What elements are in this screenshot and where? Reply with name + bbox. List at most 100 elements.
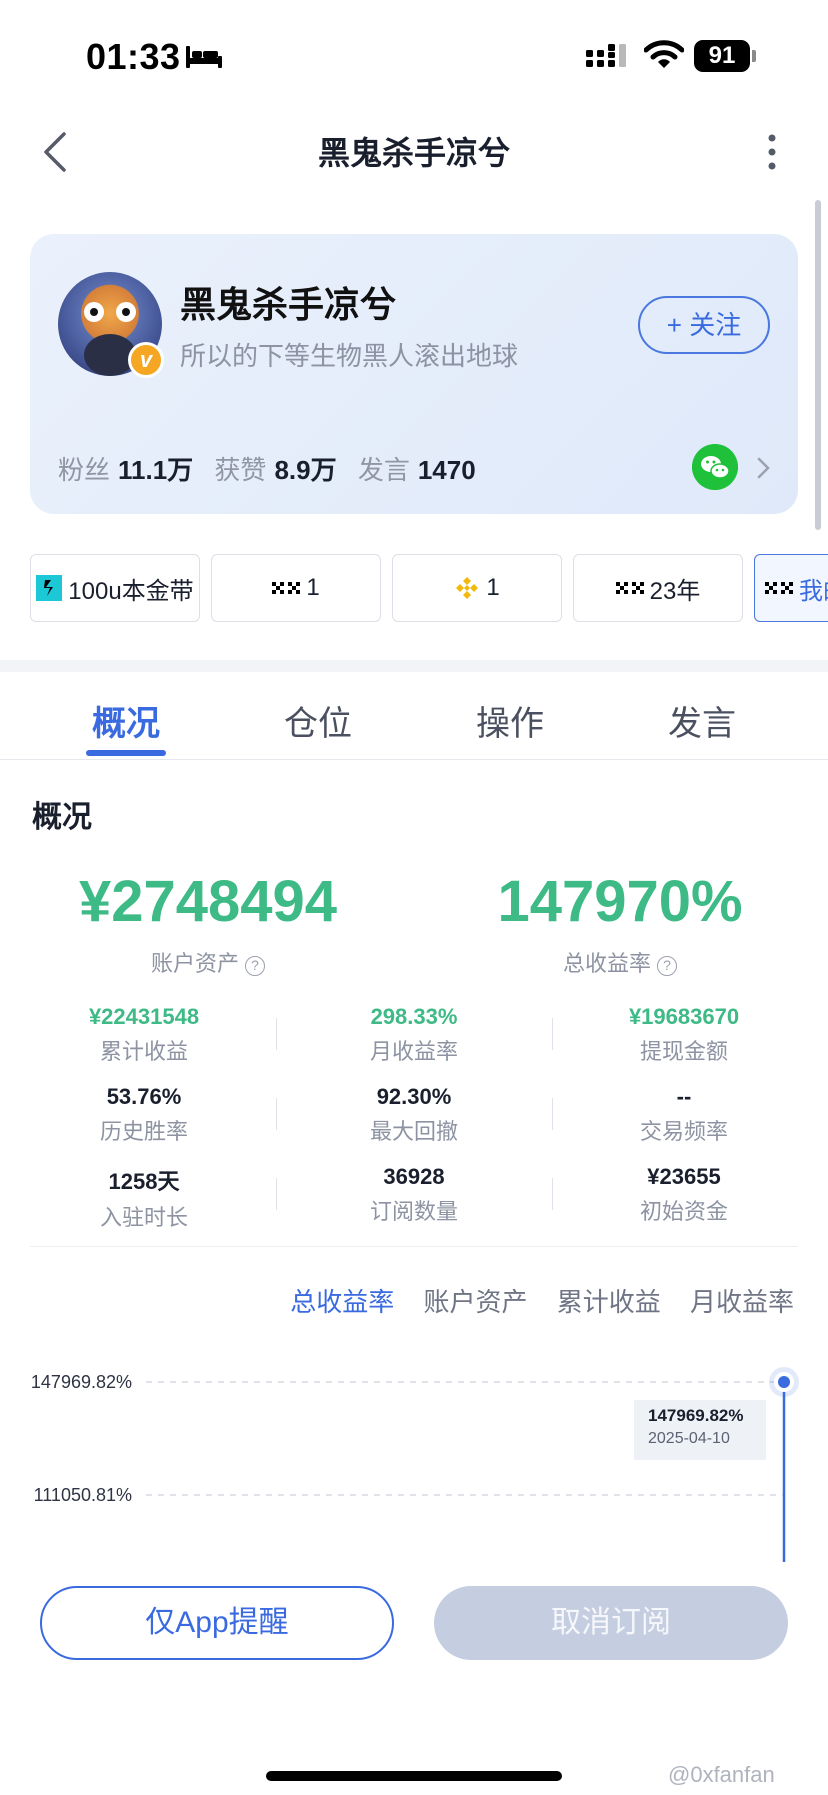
profile-name: 黑鬼杀手凉兮 — [180, 284, 397, 325]
metric-label: 交易频率 — [639, 1119, 728, 1144]
metric-label: 订阅数量 — [369, 1199, 458, 1224]
avatar-eye-right — [116, 302, 136, 322]
y-tick-label-1: 111050.81% — [34, 1485, 132, 1505]
tab-posts[interactable]: 发言 — [606, 696, 798, 745]
watermark: @0xfanfan — [668, 1762, 775, 1787]
column-divider — [276, 1098, 277, 1130]
tag-item-2[interactable]: 1 — [392, 554, 562, 622]
okx-icon — [272, 582, 301, 594]
profile-stats: 粉丝 11.1万 获赞 8.9万 发言 1470 — [58, 450, 490, 487]
more-vertical-icon[interactable] — [760, 130, 784, 174]
sleep-bed-icon — [186, 46, 222, 68]
tab-overview[interactable]: 概况 — [30, 696, 222, 745]
status-bar: 01:33 91 — [0, 0, 828, 110]
tab-active-indicator — [86, 750, 166, 756]
battery-tip — [752, 50, 756, 62]
app-only-remind-button[interactable]: 仅App提醒 — [40, 1586, 394, 1660]
battery-indicator: 91 — [694, 40, 756, 72]
tag-item-1[interactable]: 1 — [211, 554, 381, 622]
tag-item-4[interactable]: 我的 — [754, 554, 828, 622]
page-title: 黑鬼杀手凉兮 — [317, 135, 510, 171]
tag-label: 100u本金带 — [68, 577, 194, 605]
tooltip-value: 147969.82% — [648, 1406, 744, 1425]
column-divider — [276, 1018, 277, 1050]
tag-label: 1 — [306, 574, 320, 601]
fans-label: 粉丝 — [58, 455, 111, 485]
metric-label: 入驻时长 — [99, 1205, 188, 1230]
account-assets-label: 账户资产? — [28, 946, 388, 978]
metric-label: 提现金额 — [639, 1039, 728, 1064]
help-icon[interactable]: ? — [657, 956, 677, 976]
total-return-value: 147970% — [497, 869, 743, 934]
account-assets-value: ¥2748494 — [78, 869, 338, 934]
strategy-tag-row: 100u本金带 1 1 23年 我的 — [30, 554, 828, 624]
overview-title: 概况 — [32, 801, 92, 834]
chart-tab-monthly-return[interactable]: 月收益率 — [690, 1287, 794, 1317]
metric-value: -- — [676, 1084, 692, 1109]
metric-initial-capital: ¥23655 初始资金 — [554, 1164, 814, 1226]
metric-value: ¥19683670 — [628, 1004, 740, 1029]
column-divider — [276, 1178, 277, 1210]
likes-count: 8.9万 — [274, 455, 337, 485]
metric-value: 298.33% — [370, 1004, 458, 1029]
metric-cumulative-profit: ¥22431548 累计收益 — [14, 1004, 274, 1066]
nav-bar: 黑鬼杀手凉兮 — [0, 110, 828, 190]
tag-item-3[interactable]: 23年 — [573, 554, 743, 622]
metric-value: 36928 — [383, 1164, 445, 1189]
unsubscribe-button[interactable]: 取消订阅 — [434, 1586, 788, 1660]
total-return-label: 总收益率? — [440, 946, 800, 978]
tab-bar: 概况 仓位 操作 发言 — [0, 672, 828, 760]
scrollbar[interactable] — [815, 200, 821, 530]
chart-tab-account-assets[interactable]: 账户资产 — [423, 1287, 527, 1317]
tab-operations[interactable]: 操作 — [414, 696, 606, 745]
metric-max-drawdown: 92.30% 最大回撤 — [284, 1084, 544, 1146]
metric-label: 最大回撤 — [369, 1119, 458, 1144]
status-time: 01:33 — [86, 36, 181, 77]
metric-trade-frequency: -- 交易频率 — [554, 1084, 814, 1146]
chart-tooltip: 147969.82% 2025-04-10 — [634, 1400, 766, 1460]
metric-label: 累计收益 — [99, 1039, 188, 1064]
chart-tab-cumulative-profit[interactable]: 累计收益 — [557, 1287, 661, 1317]
okx-icon — [615, 582, 644, 594]
binance-icon — [456, 577, 479, 599]
home-indicator[interactable] — [266, 1771, 562, 1781]
okx-icon — [765, 582, 793, 594]
chart-tab-bar: 总收益率 账户资产 累计收益 月收益率 — [268, 1282, 794, 1319]
metric-label: 初始资金 — [639, 1199, 728, 1224]
chart-tab-total-return[interactable]: 总收益率 — [290, 1287, 394, 1317]
metric-value: ¥22431548 — [88, 1004, 200, 1029]
likes-label: 获赞 — [214, 455, 267, 485]
column-divider — [552, 1018, 553, 1050]
assets-label-text: 账户资产 — [150, 951, 239, 976]
metric-subscribers: 36928 订阅数量 — [284, 1164, 544, 1226]
chevron-right-icon[interactable] — [756, 456, 772, 480]
section-divider — [0, 660, 828, 672]
return-label-text: 总收益率 — [562, 951, 651, 976]
verified-badge-icon: v — [128, 342, 164, 378]
profile-bio: 所以的下等生物黑人滚出地球 — [180, 341, 519, 371]
metrics-divider — [30, 1246, 798, 1247]
fans-count: 11.1万 — [118, 455, 194, 485]
wechat-icon[interactable] — [692, 444, 738, 490]
tab-positions[interactable]: 仓位 — [222, 696, 414, 745]
profile-card[interactable]: v 黑鬼杀手凉兮 所以的下等生物黑人滚出地球 + 关注 粉丝 11.1万 获赞 8.… — [30, 234, 798, 514]
tag-item-0[interactable]: 100u本金带 — [30, 554, 200, 622]
avatar-eye-left — [84, 302, 104, 322]
metric-value: 1258天 — [108, 1169, 180, 1194]
column-divider — [552, 1098, 553, 1130]
metric-value: ¥23655 — [647, 1164, 721, 1189]
cellular-signal-icon — [586, 44, 626, 67]
column-divider — [552, 1178, 553, 1210]
metric-monthly-return: 298.33% 月收益率 — [284, 1004, 544, 1066]
tag-label: 23年 — [649, 577, 701, 605]
battery-level: 91 — [694, 40, 750, 72]
tag-label: 1 — [486, 574, 500, 601]
tag-label: 我的 — [799, 577, 828, 605]
posts-count: 1470 — [417, 455, 476, 485]
help-icon[interactable]: ? — [245, 956, 265, 976]
tooltip-date: 2025-04-10 — [648, 1430, 730, 1447]
metric-value: 53.76% — [106, 1084, 182, 1109]
metric-tenure: 1258天 入驻时长 — [14, 1164, 274, 1232]
follow-button[interactable]: + 关注 — [638, 296, 770, 354]
metric-win-rate: 53.76% 历史胜率 — [14, 1084, 274, 1146]
